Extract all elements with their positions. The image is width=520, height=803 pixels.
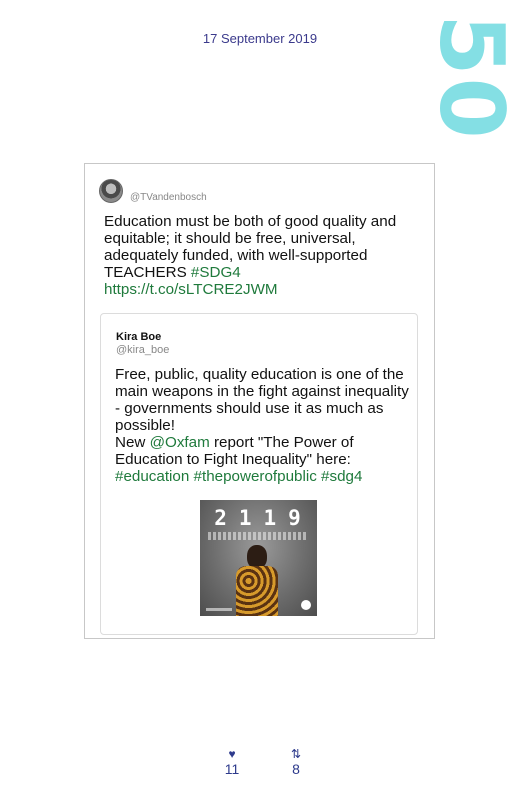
quoted-author-handle[interactable]: @kira_boe	[116, 344, 169, 356]
quoted-tweet-text: Free, public, quality education is one o…	[115, 366, 415, 485]
mention-link[interactable]: @Oxfam	[150, 434, 210, 451]
tweet-text: Education must be both of good quality a…	[104, 213, 424, 298]
cover-subtitle	[208, 532, 308, 540]
tweet-card[interactable]: @TVandenbosch Education must be both of …	[84, 163, 435, 639]
heart-icon: ♥	[228, 747, 236, 761]
cover-number: 2119	[214, 506, 313, 530]
quoted-hashtags[interactable]: #education #thepowerofpublic #sdg4	[115, 468, 362, 485]
quoted-tweet[interactable]: Kira Boe @kira_boe Free, public, quality…	[100, 313, 418, 635]
quoted-body-1: Free, public, quality education is one o…	[115, 366, 409, 434]
tweet-body: Education must be both of good quality a…	[104, 213, 397, 281]
quoted-author-name[interactable]: Kira Boe	[116, 331, 161, 343]
oxfam-logo-icon	[301, 600, 311, 610]
retweets-count: 8	[292, 761, 300, 777]
cover-photo-body	[236, 566, 278, 616]
likes-count: 11	[224, 761, 240, 777]
report-cover-image[interactable]: 2119	[200, 500, 317, 616]
likes-stat[interactable]: ♥ 11	[221, 748, 243, 777]
tweet-author-handle[interactable]: @TVandenbosch	[130, 192, 207, 203]
cover-footer	[206, 608, 232, 611]
tweet-url-link[interactable]: https://t.co/sLTCRE2JWM	[104, 281, 278, 298]
hashtag-link[interactable]: #SDG4	[191, 264, 241, 281]
quoted-body-2a: New	[115, 434, 150, 451]
avatar[interactable]	[99, 179, 123, 203]
page-number: 50	[420, 14, 520, 141]
retweet-icon: ⇅	[290, 747, 302, 761]
retweets-stat[interactable]: ⇅ 8	[285, 748, 307, 777]
